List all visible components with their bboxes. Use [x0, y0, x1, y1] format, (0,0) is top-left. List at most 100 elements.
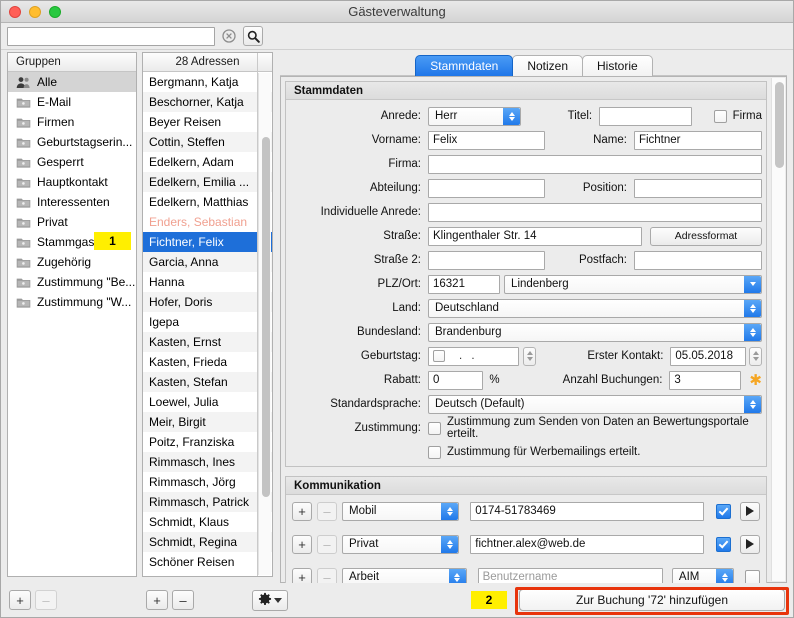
addresses-list[interactable]: Bergmann, Katja Beschorner, Katja Beyer Re…: [143, 72, 272, 576]
tab-notizen[interactable]: Notizen: [512, 55, 584, 76]
strasse2-input[interactable]: [428, 250, 545, 270]
zustimmung-werbemailings-checkbox[interactable]: [428, 445, 441, 459]
addresses-scrollbar[interactable]: [258, 73, 271, 575]
anrede-select[interactable]: Herr: [428, 106, 522, 126]
add-to-booking-button[interactable]: Zur Buchung '72' hinzufügen: [519, 589, 785, 611]
add-communication-button[interactable]: +: [292, 501, 312, 521]
address-list-item[interactable]: Beschorner, Katja: [143, 92, 272, 112]
clear-circle-icon[interactable]: [219, 26, 239, 46]
address-item-label: Cottin, Steffen: [149, 135, 225, 149]
address-list-item[interactable]: Igepa: [143, 312, 272, 332]
add-group-button[interactable]: +: [9, 590, 31, 610]
remove-communication-button[interactable]: –: [317, 501, 337, 521]
group-item-zustimmung-be[interactable]: Zustimmung "Be...: [8, 272, 136, 292]
address-list-item[interactable]: Rimmasch, Ines: [143, 452, 272, 472]
asterisk-icon[interactable]: ✱: [749, 373, 762, 388]
address-list-item[interactable]: Cottin, Steffen: [143, 132, 272, 152]
address-list-item[interactable]: Hanna: [143, 272, 272, 292]
addresses-scrollbar-thumb[interactable]: [262, 137, 270, 497]
land-select[interactable]: Deutschland: [428, 298, 762, 318]
minimize-window-button[interactable]: [29, 5, 41, 18]
individuelle-anrede-input[interactable]: [428, 202, 762, 222]
group-item-firmen[interactable]: Firmen: [8, 112, 136, 132]
address-list-item[interactable]: Loewel, Julia: [143, 392, 272, 412]
address-list-item[interactable]: Beyer Reisen: [143, 112, 272, 132]
address-list-item[interactable]: Kasten, Ernst: [143, 332, 272, 352]
address-list-item[interactable]: Rimmasch, Jörg: [143, 472, 272, 492]
group-item-privat[interactable]: Privat: [8, 212, 136, 232]
standardsprache-select[interactable]: Deutsch (Default): [428, 394, 762, 414]
postfach-input[interactable]: [633, 250, 762, 270]
plz-input[interactable]: 16321: [428, 274, 501, 294]
address-list-item[interactable]: Schöner Reisen: [143, 552, 272, 572]
group-item-alle[interactable]: Alle: [8, 72, 136, 92]
remove-communication-button[interactable]: –: [317, 534, 337, 554]
groups-list[interactable]: Alle E-Mail Firmen Geburtstagserin... Gesper…: [8, 72, 136, 576]
anzahl-buchungen-input[interactable]: 3: [669, 370, 742, 390]
communication-enabled-checkbox[interactable]: [716, 503, 731, 519]
gear-menu-button[interactable]: [252, 589, 288, 611]
communication-enabled-checkbox[interactable]: [716, 536, 731, 552]
add-address-button[interactable]: +: [146, 590, 168, 610]
firma-checkbox[interactable]: [713, 109, 727, 123]
group-item-e-mail[interactable]: E-Mail: [8, 92, 136, 112]
search-input[interactable]: [7, 26, 215, 46]
group-item-hauptkontakt[interactable]: Hauptkontakt: [8, 172, 136, 192]
communication-value-input[interactable]: 0174-51783469: [470, 501, 704, 521]
communication-type-select[interactable]: Privat: [342, 534, 460, 554]
address-list-item[interactable]: Hofer, Doris: [143, 292, 272, 312]
remove-group-button[interactable]: –: [35, 590, 57, 610]
address-list-item[interactable]: Poitz, Franziska: [143, 432, 272, 452]
titel-input[interactable]: [599, 106, 693, 126]
add-communication-button[interactable]: +: [292, 534, 312, 554]
address-list-item[interactable]: Schmidt, Regina: [143, 532, 272, 552]
bundesland-select[interactable]: Brandenburg: [428, 322, 762, 342]
remove-address-button[interactable]: –: [172, 590, 194, 610]
address-list-item[interactable]: Fichtner, Felix: [143, 232, 272, 252]
vorname-input[interactable]: Felix: [428, 130, 545, 150]
geburtstag-checkbox[interactable]: [433, 350, 445, 362]
address-list-item[interactable]: Edelkern, Matthias: [143, 192, 272, 212]
tab-bar[interactable]: Stammdaten Notizen Historie: [280, 52, 787, 76]
zustimmung-bewertungsportale-checkbox[interactable]: [428, 421, 441, 435]
strasse-input[interactable]: Klingenthaler Str. 14: [428, 226, 642, 246]
abteilung-input[interactable]: [428, 178, 545, 198]
erster-kontakt-input[interactable]: 05.05.2018: [670, 346, 746, 366]
address-list-item[interactable]: Meir, Birgit: [143, 412, 272, 432]
adressformat-button[interactable]: Adressformat: [649, 226, 762, 246]
detail-scrollbar-thumb[interactable]: [775, 82, 784, 168]
tab-stammdaten[interactable]: Stammdaten: [415, 55, 514, 76]
address-list-item[interactable]: Kasten, Frieda: [143, 352, 272, 372]
address-list-item[interactable]: Edelkern, Emilia ...: [143, 172, 272, 192]
address-list-item[interactable]: Rimmasch, Patrick: [143, 492, 272, 512]
detail-scrollbar[interactable]: [771, 78, 785, 581]
communication-type-select[interactable]: Mobil: [342, 501, 460, 521]
group-item-gesperrt[interactable]: Gesperrt: [8, 152, 136, 172]
address-list-item[interactable]: Kasten, Stefan: [143, 372, 272, 392]
geburtstag-input[interactable]: . .: [428, 346, 520, 366]
address-list-item[interactable]: Enders, Sebastian: [143, 212, 272, 232]
group-item-zustimmung-w[interactable]: Zustimmung "W...: [8, 292, 136, 312]
name-input[interactable]: Fichtner: [633, 130, 762, 150]
address-list-item[interactable]: Bergmann, Katja: [143, 72, 272, 92]
erster-kontakt-stepper[interactable]: [749, 346, 762, 366]
zoom-window-button[interactable]: [49, 5, 61, 18]
row-vorname: Vorname: Felix Name: Fichtner: [290, 130, 762, 150]
group-item-interessenten[interactable]: Interessenten: [8, 192, 136, 212]
firma-input[interactable]: [428, 154, 762, 174]
address-list-item[interactable]: Schmidt, Klaus: [143, 512, 272, 532]
group-item-zugeh-rig[interactable]: Zugehörig: [8, 252, 136, 272]
ort-combobox[interactable]: Lindenberg: [504, 274, 762, 294]
geburtstag-stepper[interactable]: [523, 346, 537, 366]
tab-historie[interactable]: Historie: [582, 55, 653, 76]
communication-value-input[interactable]: fichtner.alex@web.de: [470, 534, 704, 554]
communication-action-button[interactable]: [740, 501, 760, 521]
position-input[interactable]: [633, 178, 762, 198]
group-item-geburtstagserin[interactable]: Geburtstagserin...: [8, 132, 136, 152]
search-icon[interactable]: [243, 26, 263, 46]
rabatt-input[interactable]: 0: [428, 370, 484, 390]
communication-action-button[interactable]: [740, 534, 760, 554]
address-list-item[interactable]: Garcia, Anna: [143, 252, 272, 272]
address-list-item[interactable]: Edelkern, Adam: [143, 152, 272, 172]
close-window-button[interactable]: [9, 5, 21, 18]
